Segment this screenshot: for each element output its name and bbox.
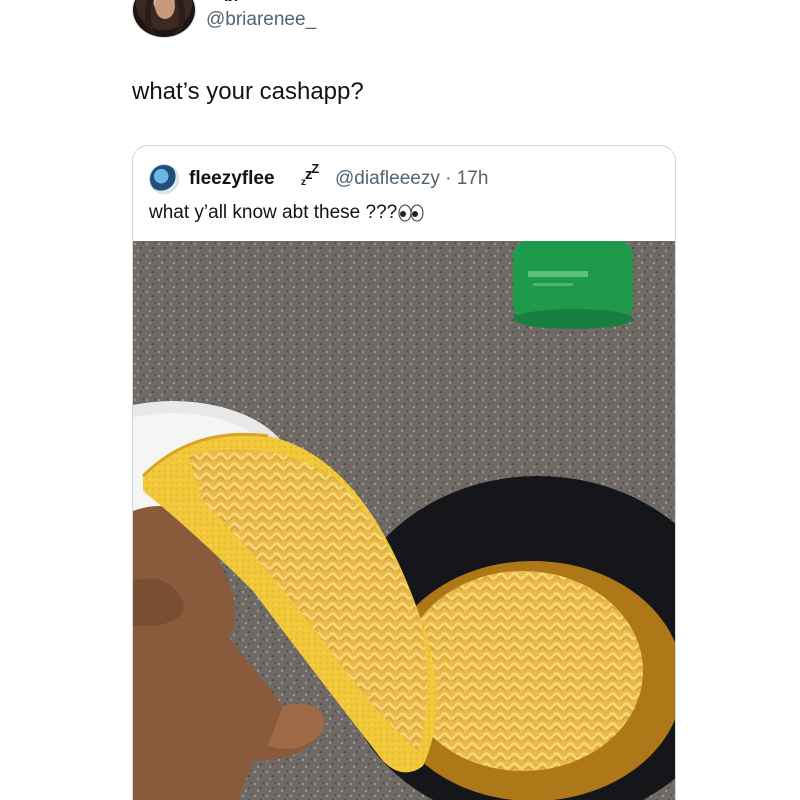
bowl-ramen: [403, 571, 643, 771]
eyes-emoji-icon: [398, 204, 424, 222]
quoted-tweet-card[interactable]: fleezyflee zzZ @diafleeezy · 17h what y’…: [132, 145, 676, 800]
quoted-tweet-text: what y’all know abt these ???: [149, 202, 424, 224]
green-can: [513, 241, 633, 329]
author-handle[interactable]: @briarenee_: [206, 9, 316, 31]
taco-ramen-photo: [133, 241, 675, 800]
quoted-author-name[interactable]: fleezyflee: [189, 168, 275, 190]
tweet-text: what’s your cashapp?: [132, 78, 364, 105]
zzz-emoji-icon: zzZ: [301, 162, 319, 188]
tweet-header: bi @briarenee_: [132, 0, 672, 40]
author-name[interactable]: bi: [224, 0, 238, 6]
quoted-author-handle[interactable]: @diafleeezy · 17h: [335, 168, 488, 190]
quoted-author-avatar[interactable]: [149, 164, 179, 194]
tweet-photo[interactable]: [133, 241, 675, 800]
quoted-tweet-header: fleezyflee zzZ @diafleeezy · 17h: [149, 162, 659, 194]
author-avatar[interactable]: [132, 0, 196, 38]
